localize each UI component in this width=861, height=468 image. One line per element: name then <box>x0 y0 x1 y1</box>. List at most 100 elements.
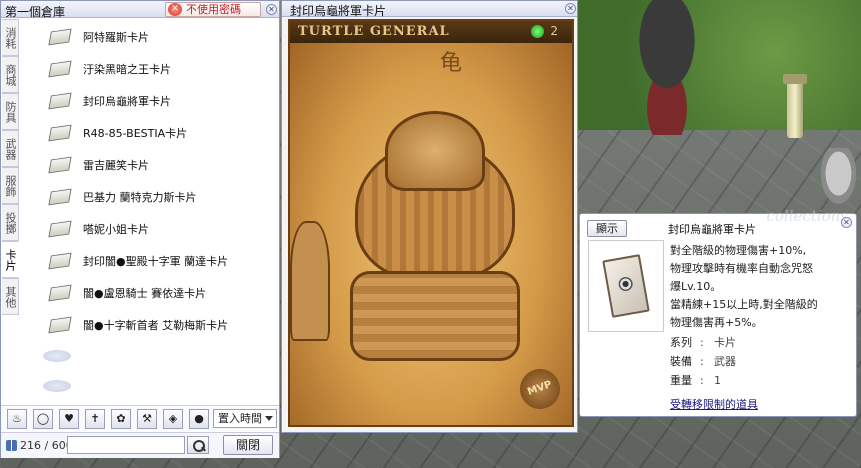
card-item-icon <box>602 254 650 318</box>
list-item[interactable]: 汙染黑暗之王卡片 <box>23 53 275 85</box>
sort-label: 置入時間 <box>218 412 262 425</box>
tab-costume[interactable]: 服飾 <box>2 167 19 204</box>
list-item[interactable]: 闇●十字斬首者 艾勒梅斯卡片 <box>23 309 275 341</box>
item-name: 雷吉麗笑卡片 <box>83 159 149 172</box>
card-icon <box>47 92 73 110</box>
list-item[interactable]: 封印烏龜將軍卡片 <box>23 85 275 117</box>
watermark: collections <box>766 207 848 225</box>
card-illustration: 龟 TURTLE GENERAL 2 MVP <box>288 19 574 427</box>
accessory-icon[interactable]: ✿ <box>111 409 131 429</box>
sort-dropdown[interactable]: 置入時間 <box>213 409 277 428</box>
card-icon <box>47 316 73 334</box>
search-input[interactable] <box>67 436 185 454</box>
effect-line: 物理攻擊時有機率自動念咒怒 <box>670 262 813 275</box>
close-icon[interactable]: ✕ <box>565 3 576 14</box>
effect-line: 物理傷害再+5%。 <box>670 316 763 329</box>
tab-card[interactable]: 卡片 <box>2 241 19 278</box>
item-name: 嗒妮小姐卡片 <box>83 223 149 236</box>
attribute-separator: : <box>700 374 704 387</box>
empty-slot[interactable] <box>23 341 275 371</box>
card-icon <box>47 156 73 174</box>
warning-icon: ✕ <box>168 3 182 16</box>
card-window-titlebar[interactable]: 封印烏龜將軍卡片 ✕ <box>282 1 577 18</box>
storage-window: 第一個倉庫 ✕ 不使用密碼 ✕ 消耗 商城 防具 武器 服飾 投擲 卡片 其他 … <box>0 0 280 458</box>
slot-icon <box>531 25 544 38</box>
card-icon <box>47 188 73 206</box>
orb-icon[interactable]: ● <box>189 409 209 429</box>
tab-weapon[interactable]: 武器 <box>2 130 19 167</box>
empty-slot-icon <box>43 380 71 392</box>
transfer-restriction-link[interactable]: 受轉移限制的道具 <box>670 396 758 412</box>
tab-throwing[interactable]: 投擲 <box>2 204 19 241</box>
effect-line: 對全階級的物理傷害+10%, <box>670 244 807 257</box>
ink-glyph-art: 龟 <box>440 51 463 76</box>
effect-line: 爆Lv.10。 <box>670 280 722 293</box>
mvp-badge: MVP <box>514 363 566 415</box>
chevron-down-icon <box>265 416 273 421</box>
storage-footer: 216 / 600 關閉 <box>1 432 279 458</box>
list-item[interactable]: 嗒妮小姐卡片 <box>23 213 275 245</box>
card-icon <box>47 252 73 270</box>
storage-tabs: 消耗 商城 防具 武器 服飾 投擲 卡片 其他 <box>2 19 19 315</box>
item-name: 封印烏龜將軍卡片 <box>83 95 171 108</box>
item-name: 汙染黑暗之王卡片 <box>83 63 171 76</box>
attribute-key: 系列 <box>670 336 692 349</box>
item-effect-text: 對全階級的物理傷害+10%, 物理攻擊時有機率自動念咒怒 爆Lv.10。 當精練… <box>670 242 850 332</box>
password-toggle-button[interactable]: ✕ 不使用密碼 <box>165 2 261 17</box>
item-image <box>588 240 664 332</box>
search-icon[interactable] <box>187 436 209 454</box>
card-icon <box>47 60 73 78</box>
attribute-value: 1 <box>714 374 721 387</box>
card-window-title: 封印烏龜將軍卡片 <box>290 4 387 18</box>
helmet-art <box>385 111 485 191</box>
show-button[interactable]: 顯示 <box>587 220 627 237</box>
potion-icon[interactable]: ♨ <box>7 409 27 429</box>
attribute-key: 重量 <box>670 374 692 387</box>
tab-other[interactable]: 其他 <box>2 278 19 315</box>
attribute-separator: : <box>700 336 704 349</box>
attribute-value: 武器 <box>714 355 736 368</box>
effect-line: 當精練+15以上時,對全階級的 <box>670 298 818 311</box>
password-toggle-label: 不使用密碼 <box>186 3 241 16</box>
storage-titlebar[interactable]: 第一個倉庫 ✕ 不使用密碼 ✕ <box>1 1 279 19</box>
tab-cash-shop[interactable]: 商城 <box>2 56 19 93</box>
card-header-name: TURTLE GENERAL <box>298 24 450 39</box>
turtle-general-art <box>330 111 540 371</box>
list-item[interactable]: 雷吉麗笑卡片 <box>23 149 275 181</box>
list-item[interactable]: 阿特羅斯卡片 <box>23 21 275 53</box>
item-name: 闇●盧恩騎士 賽依達卡片 <box>83 287 207 300</box>
attribute-row: 系列: 卡片 <box>670 333 736 352</box>
minion-art <box>290 221 330 341</box>
statue <box>816 148 861 212</box>
close-icon[interactable]: ✕ <box>266 4 277 15</box>
item-name: 封印闇●聖殿十字軍 蘭達卡片 <box>83 255 229 268</box>
ring-icon[interactable]: ◯ <box>33 409 53 429</box>
attribute-row: 裝備: 武器 <box>670 352 736 371</box>
storage-item-list: 阿特羅斯卡片 汙染黑暗之王卡片 封印烏龜將軍卡片 R48-85-BESTIA卡片… <box>23 21 275 401</box>
wrench-icon[interactable]: ⚒ <box>137 409 157 429</box>
close-button[interactable]: 關閉 <box>223 435 273 455</box>
card-icon <box>47 220 73 238</box>
book-icon <box>6 440 17 451</box>
card-icon <box>47 284 73 302</box>
empty-slot-icon <box>43 350 71 362</box>
tab-armor[interactable]: 防具 <box>2 93 19 130</box>
attribute-row: 重量:1 <box>670 371 736 390</box>
player-character[interactable] <box>612 0 722 135</box>
legs-art <box>350 271 520 361</box>
item-name: 巴基力 蘭特克力斯卡片 <box>83 191 197 204</box>
list-item[interactable]: 闇●盧恩騎士 賽依達卡片 <box>23 277 275 309</box>
list-item[interactable]: R48-85-BESTIA卡片 <box>23 117 275 149</box>
item-name: R48-85-BESTIA卡片 <box>83 127 188 140</box>
card-illustration-window: 封印烏龜將軍卡片 ✕ 龟 TURTLE GENERAL 2 MVP <box>281 0 578 433</box>
card-filter-icon[interactable]: ◈ <box>163 409 183 429</box>
armor-icon[interactable]: ♥ <box>59 409 79 429</box>
empty-slot[interactable] <box>23 371 275 401</box>
item-attributes: 系列: 卡片 裝備: 武器 重量:1 <box>670 333 736 390</box>
tab-consumable[interactable]: 消耗 <box>2 19 19 56</box>
stone-post <box>783 74 807 138</box>
list-item[interactable]: 封印闇●聖殿十字軍 蘭達卡片 <box>23 245 275 277</box>
sword-icon[interactable]: ✝ <box>85 409 105 429</box>
close-icon[interactable]: ✕ <box>841 217 852 228</box>
list-item[interactable]: 巴基力 蘭特克力斯卡片 <box>23 181 275 213</box>
